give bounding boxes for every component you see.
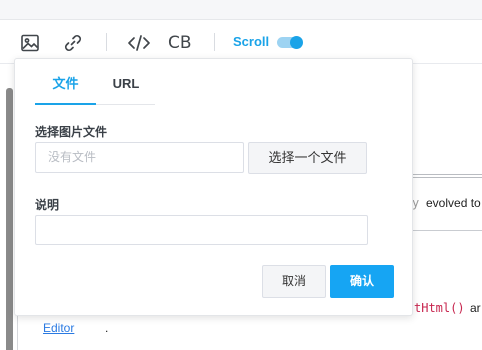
image-insert-popup: 文件 URL 选择图片文件 没有文件 选择一个文件 说明 取消 确认 (14, 58, 413, 316)
link-icon[interactable] (62, 32, 84, 54)
file-path-input[interactable]: 没有文件 (35, 142, 244, 173)
scrollbar[interactable] (6, 88, 13, 350)
tab-url[interactable]: URL (96, 71, 156, 105)
body-text: ar (470, 301, 481, 315)
file-field-label: 选择图片文件 (35, 125, 108, 139)
popup-tabs: 文件 URL (35, 71, 155, 105)
body-text: evolved to (426, 196, 481, 210)
code-icon[interactable] (127, 32, 151, 54)
scroll-label: Scroll (233, 34, 270, 49)
toolbar-divider (214, 33, 215, 51)
image-icon[interactable] (19, 32, 41, 54)
confirm-button[interactable]: 确认 (330, 265, 394, 298)
top-strip (0, 0, 482, 20)
toolbar-divider (106, 33, 107, 51)
code-block-button[interactable]: CB (168, 32, 192, 54)
cancel-button[interactable]: 取消 (262, 265, 326, 298)
choose-file-button[interactable]: 选择一个文件 (248, 142, 367, 174)
toggle-knob (290, 36, 303, 49)
description-input[interactable] (35, 215, 368, 245)
editor-link[interactable]: Editor (43, 321, 74, 335)
tab-file[interactable]: 文件 (35, 71, 96, 105)
code-fragment: y (412, 196, 420, 210)
scroll-toggle[interactable] (277, 36, 303, 49)
body-text: . (105, 321, 109, 335)
description-label: 说明 (35, 198, 60, 212)
inline-code: tHtml() (414, 301, 465, 315)
